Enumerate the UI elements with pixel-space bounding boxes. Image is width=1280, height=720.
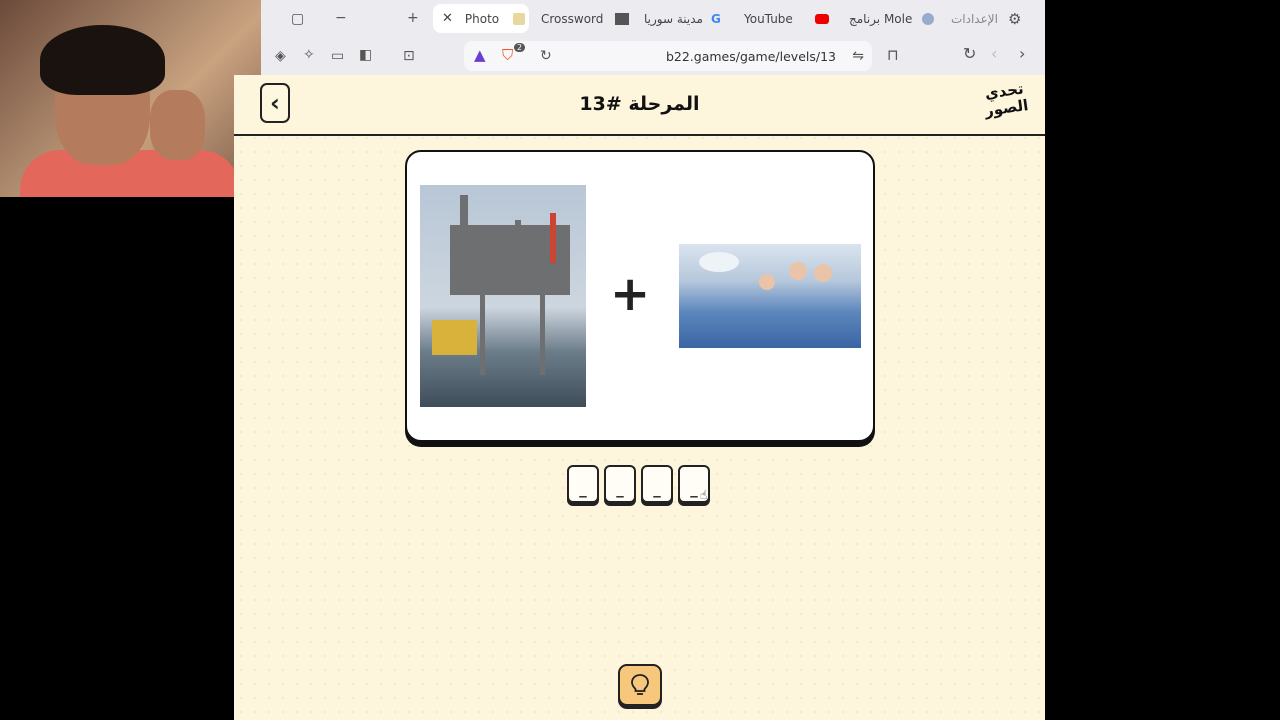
rig-yellow-platform: [432, 320, 477, 355]
brave-shield-icon[interactable]: ⛉: [502, 48, 513, 63]
share-icon[interactable]: ↻: [540, 49, 552, 63]
close-tab-icon[interactable]: ✕: [442, 11, 453, 26]
tab-label: YouTube: [744, 11, 793, 26]
crossword-favicon-icon: [615, 12, 630, 25]
tab-label: برنامج Mole: [849, 11, 913, 26]
screenshot-icon[interactable]: ⊡: [403, 49, 415, 63]
site-settings-icon[interactable]: ⇋: [852, 49, 864, 63]
extensions-icon[interactable]: ✧: [303, 48, 315, 62]
tab-label: Photo: [464, 11, 500, 26]
game-page: ‹ المرحلة #13 تحدي الصور + _ _ _ _: [234, 75, 1045, 720]
tab-mole[interactable]: برنامج Mole: [849, 4, 935, 33]
youtube-favicon-icon: [814, 13, 829, 24]
hint-button[interactable]: [618, 664, 662, 706]
rig-leg: [540, 295, 545, 375]
surgeon-head: [759, 274, 775, 290]
rig-leg: [480, 295, 485, 375]
lightbulb-icon: [631, 674, 649, 695]
browser-chrome: ▢ − + ✕ Photo Crossword مدينة سوريا G Yo…: [261, 0, 1045, 75]
shield-count-badge: 2: [514, 43, 526, 52]
webcam-overlay: [0, 0, 261, 197]
hand-cursor-icon: ☝: [700, 488, 708, 502]
surgeon-head: [814, 264, 832, 282]
tab-crossword[interactable]: Crossword: [541, 4, 630, 33]
new-tab-icon[interactable]: +: [407, 11, 419, 25]
answer-slot[interactable]: _: [604, 465, 636, 503]
tab-bar: ▢ − + ✕ Photo Crossword مدينة سوريا G Yo…: [261, 0, 1045, 37]
forward-arrow-icon[interactable]: ›: [1019, 46, 1025, 62]
back-arrow-icon[interactable]: ‹: [991, 46, 997, 62]
game-header: ‹ المرحلة #13 تحدي الصور: [234, 75, 1045, 136]
tab-syria-city[interactable]: مدينة سوريا G: [644, 4, 721, 33]
surgeon-head: [789, 262, 807, 280]
bookmark-icon[interactable]: ⊓: [887, 48, 899, 63]
tab-youtube[interactable]: YouTube: [744, 4, 829, 33]
sidebar-icon[interactable]: ◧: [359, 48, 372, 62]
plus-icon: +: [610, 266, 651, 322]
webcam-hair: [40, 25, 165, 95]
brave-rewards-icon[interactable]: ▲: [474, 48, 486, 63]
rig-tower: [460, 195, 468, 255]
vpn-shield-icon[interactable]: ◈: [275, 49, 286, 63]
mole-favicon-icon: [922, 12, 935, 25]
surgical-lamp: [699, 252, 739, 272]
rig-tower: [515, 220, 521, 260]
puzzle-card: +: [405, 150, 875, 442]
tab-label: مدينة سوريا: [644, 11, 703, 26]
answer-slots: _ _ _ _: [567, 465, 710, 503]
surgeons-image: [679, 244, 861, 348]
google-favicon-icon: G: [710, 11, 721, 26]
minimize-icon[interactable]: −: [335, 11, 347, 25]
settings-gear-icon: ⚙: [1007, 9, 1022, 28]
tab-settings[interactable]: الإعدادات ⚙: [951, 4, 1021, 33]
answer-slot[interactable]: _: [641, 465, 673, 503]
reload-icon[interactable]: ↻: [963, 46, 976, 62]
toolbar: ◈ ✧ ▭ ◧ ⊡ ▲ ⛉ 2 ↻ b22.games/game/levels/…: [261, 37, 1045, 75]
tab-label: Crossword: [541, 11, 604, 26]
level-title: المرحلة #13: [579, 93, 700, 115]
webcam-hand: [150, 90, 205, 160]
wallet-icon[interactable]: ▭: [331, 49, 344, 63]
window-restore-icon[interactable]: ▢: [291, 12, 304, 26]
tab-label: الإعدادات: [951, 11, 998, 26]
address-bar[interactable]: ▲ ⛉ 2 ↻ b22.games/game/levels/13 ⇋: [464, 41, 872, 71]
url-text: b22.games/game/levels/13: [665, 49, 836, 64]
game-logo[interactable]: تحدي الصور: [975, 79, 1036, 128]
rig-crane: [550, 213, 556, 263]
oil-rig-image: [420, 185, 586, 407]
photo-tab-favicon-icon: [513, 12, 526, 25]
answer-slot[interactable]: _: [567, 465, 599, 503]
tab-photo[interactable]: ✕ Photo: [433, 4, 529, 33]
